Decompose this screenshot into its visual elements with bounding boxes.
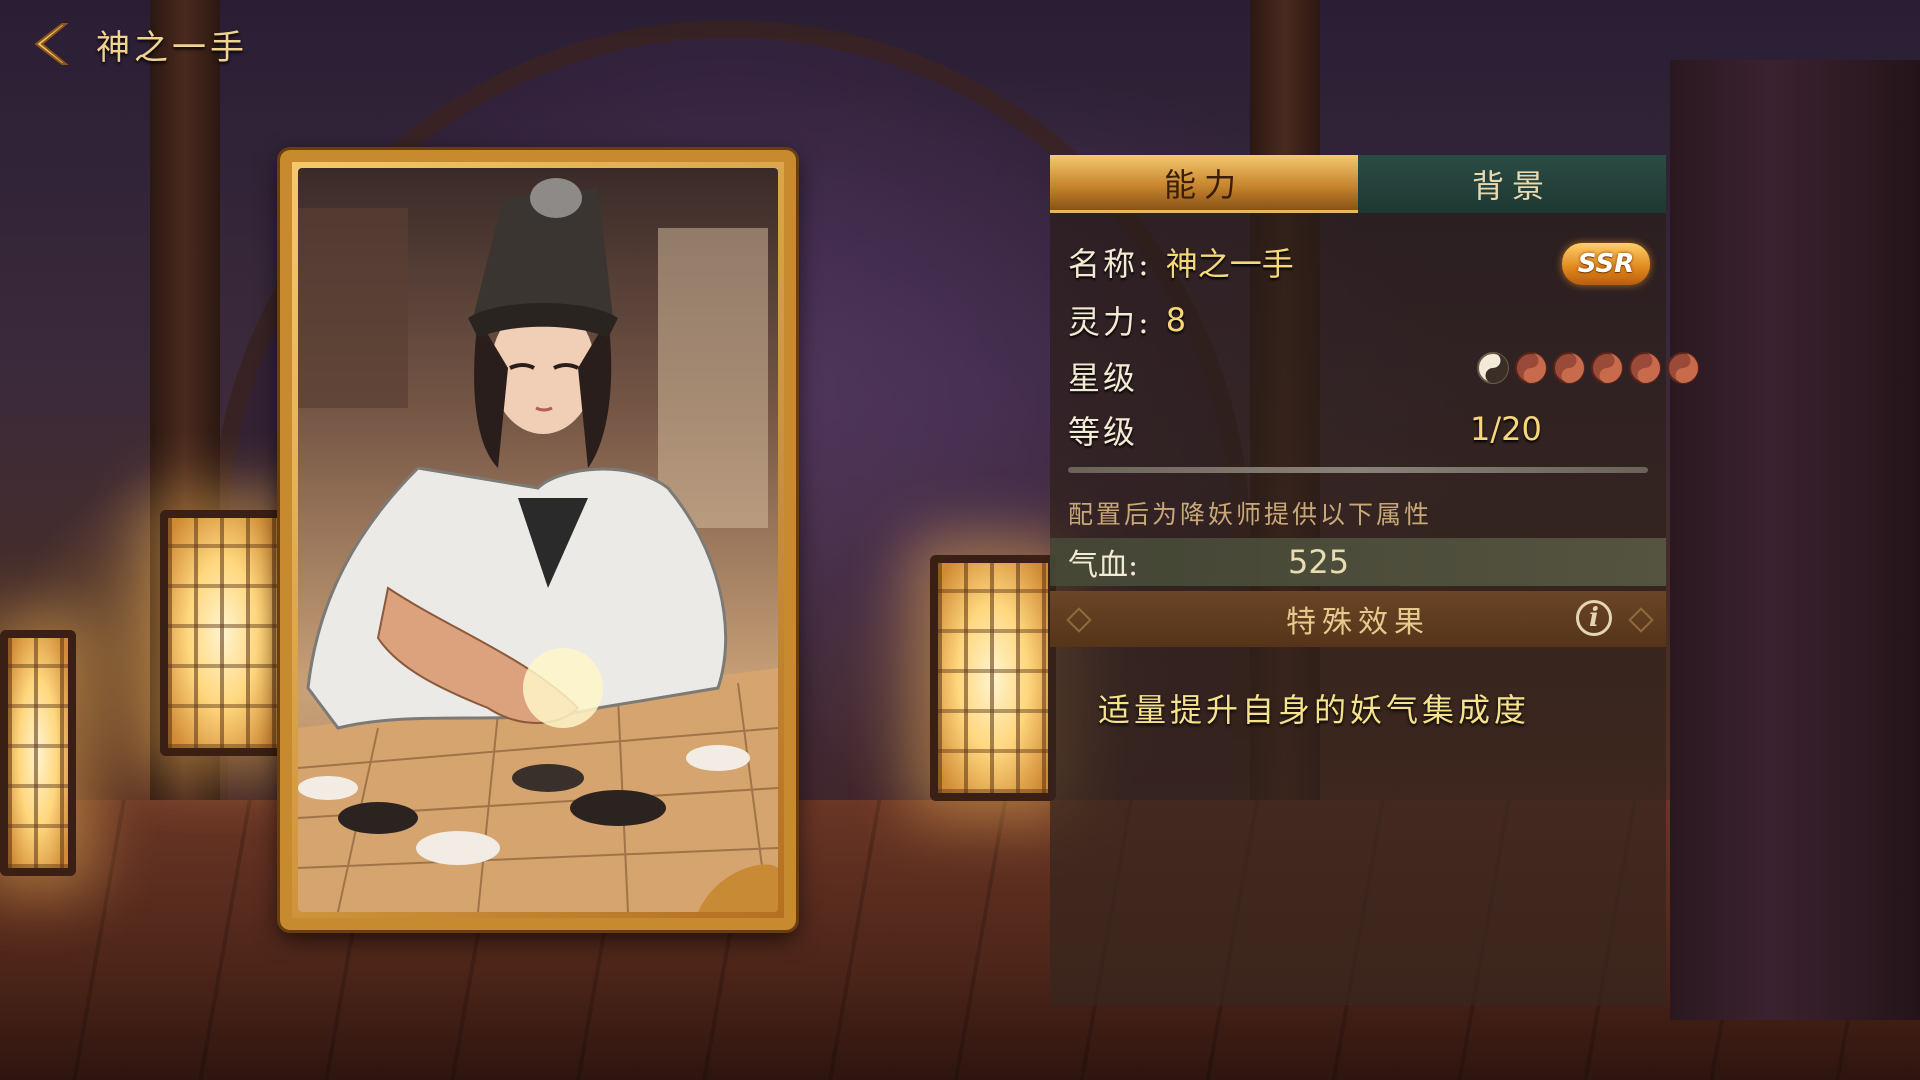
divider [1068,467,1648,473]
chevron-left-icon [34,23,69,65]
name-label: 名称: [1068,245,1152,283]
background-curtain [1670,60,1920,1020]
tab-bar: 能力 背景 [1050,155,1666,213]
star-empty-icon [1553,352,1585,384]
hp-label: 气血: [1068,548,1139,583]
level-label: 等级 [1068,413,1139,451]
info-panel: 能力 背景 名称: 神之一手 SSR 灵力: 8 星级 等级 1/20 配置后为… [1050,155,1699,1005]
power-label: 灵力: [1068,303,1152,341]
star-empty-icon [1591,352,1623,384]
tab-ability[interactable]: 能力 [1050,155,1358,213]
star-filled-icon [1477,352,1509,384]
diamond-ornament-icon [1628,607,1654,633]
background-pillar [150,0,220,870]
star-row: 星级 [1068,353,1138,399]
back-button[interactable] [30,19,78,69]
character-portrait [298,168,778,912]
info-icon[interactable]: i [1576,600,1612,636]
level-row: 等级 [1068,407,1138,453]
page-title: 神之一手 [96,27,248,68]
special-effect-header: 特殊效果 i [1050,591,1666,647]
star-empty-icon [1629,352,1661,384]
special-effect-title: 特殊效果 [1286,605,1430,640]
rarity-badge: SSR [1562,243,1650,285]
tab-background[interactable]: 背景 [1358,155,1666,213]
diamond-ornament-icon [1066,607,1092,633]
lantern-decoration [160,510,286,756]
top-bar: 神之一手 [30,14,248,74]
hp-row: 气血: 525 [1050,538,1666,586]
power-row: 灵力: 8 [1068,297,1186,343]
star-empty-icon [1515,352,1547,384]
star-label: 星级 [1068,359,1139,397]
name-row: 名称: 神之一手 [1068,239,1294,285]
lantern-decoration [0,630,76,876]
star-rating [1476,351,1700,385]
name-value: 神之一手 [1165,245,1294,283]
power-value: 8 [1165,301,1187,339]
special-effect-text: 适量提升自身的妖气集成度 [1098,691,1531,729]
level-value: 1/20 [1470,410,1542,448]
character-card [280,150,796,930]
lantern-decoration [930,555,1056,801]
star-empty-icon [1667,352,1699,384]
attribute-note: 配置后为降妖师提供以下属性 [1068,500,1433,529]
hp-value: 525 [1288,543,1350,581]
